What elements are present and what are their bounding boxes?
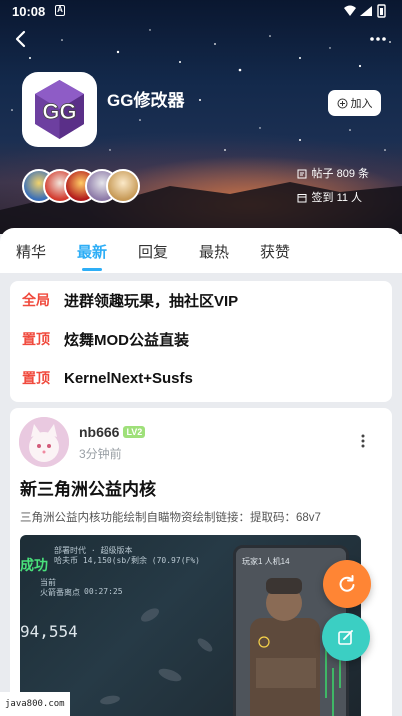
group-header: 10:08 A GG GG修改器 加入 帖子 809 条 签到 11 人 [0, 0, 402, 234]
overlay-success-text: 成功 [20, 557, 48, 573]
post-description: 三角洲公益内核功能绘制自瞄物资绘制链接：提取码：68v7 [20, 512, 321, 524]
signin-count: 签到 11 人 [311, 192, 363, 204]
phone-overlay-label: 玩家1 人机14 [242, 557, 290, 566]
join-label: 加入 [350, 98, 373, 110]
join-button[interactable]: 加入 [328, 90, 381, 116]
watermark: java800.com [0, 692, 70, 716]
member-avatars[interactable] [22, 169, 142, 203]
hud-big-number: 94,554 [20, 622, 78, 641]
level-badge: LV2 [123, 426, 146, 438]
edit-icon [338, 630, 353, 645]
group-stats: 帖子 809 条 签到 11 人 [297, 162, 369, 210]
pinned-item[interactable]: 全局 进群领趣玩果，抽社区VIP [22, 290, 238, 310]
author-avatar[interactable] [19, 417, 69, 467]
cat-avatar-icon [19, 417, 69, 467]
status-time: 10:08 [12, 4, 46, 19]
group-logo: GG [22, 72, 97, 147]
refresh-icon [339, 575, 355, 592]
pin-title: KernelNext+Susfs [64, 369, 193, 387]
author-name[interactable]: nb666 [79, 424, 119, 440]
author-info[interactable]: nb666 LV2 [79, 424, 146, 440]
signin-icon [297, 194, 307, 203]
add-circle-icon [337, 98, 347, 108]
back-icon[interactable] [12, 30, 30, 48]
post-menu-icon[interactable] [360, 434, 366, 448]
tab-featured[interactable]: 精华 [16, 241, 46, 262]
gg-logo-icon: GG [35, 80, 84, 139]
group-name: GG修改器 [107, 91, 185, 110]
pin-title: 炫舞MOD公益直装 [64, 331, 189, 349]
pin-tag: 置顶 [22, 331, 50, 347]
tab-latest[interactable]: 最新 [77, 241, 107, 262]
pinned-posts: 全局 进群领趣玩果，抽社区VIP 置顶 炫舞MOD公益直装 置顶 KernelN… [10, 281, 392, 402]
pinned-item[interactable]: 置顶 炫舞MOD公益直装 [22, 329, 189, 349]
active-tab-indicator [82, 268, 102, 271]
system-status-icons [342, 4, 390, 21]
posts-icon [297, 169, 307, 179]
wifi-signal-battery-icon [344, 4, 386, 18]
post-image[interactable]: 成功 部署时代 · 超级版本 哈夫币 14,150(sb/剩余 (70.97(F… [20, 535, 361, 716]
post-title[interactable]: 新三角洲公益内核 [20, 475, 156, 500]
tab-bar: 精华 最新 回复 最热 获赞 [0, 228, 402, 273]
hud-value: 00:27:25 [84, 587, 123, 596]
pinned-item[interactable]: 置顶 KernelNext+Susfs [22, 368, 193, 388]
tab-hottest[interactable]: 最热 [199, 241, 229, 262]
hud-subtitle: 哈夫币 14,150(sb/剩余 (70.97(F%) [54, 556, 200, 565]
pin-tag: 置顶 [22, 370, 50, 386]
tab-liked[interactable]: 获赞 [260, 241, 290, 262]
more-options-icon[interactable] [370, 36, 386, 42]
posts-count: 帖子 809 条 [311, 168, 369, 180]
tab-replies[interactable]: 回复 [138, 241, 168, 262]
compose-post-button[interactable] [322, 613, 370, 661]
pin-title: 进群领趣玩果，抽社区VIP [64, 292, 239, 310]
post-time: 3分钟前 [79, 447, 122, 461]
refresh-button[interactable] [323, 560, 371, 608]
svg-text:GG: GG [42, 99, 76, 124]
pin-tag: 全局 [22, 292, 50, 308]
member-avatar[interactable] [106, 169, 140, 203]
hud-label: 火箭番离点 [40, 588, 80, 597]
status-bar: 10:08 A [0, 0, 402, 24]
notification-icon: A [55, 5, 65, 16]
